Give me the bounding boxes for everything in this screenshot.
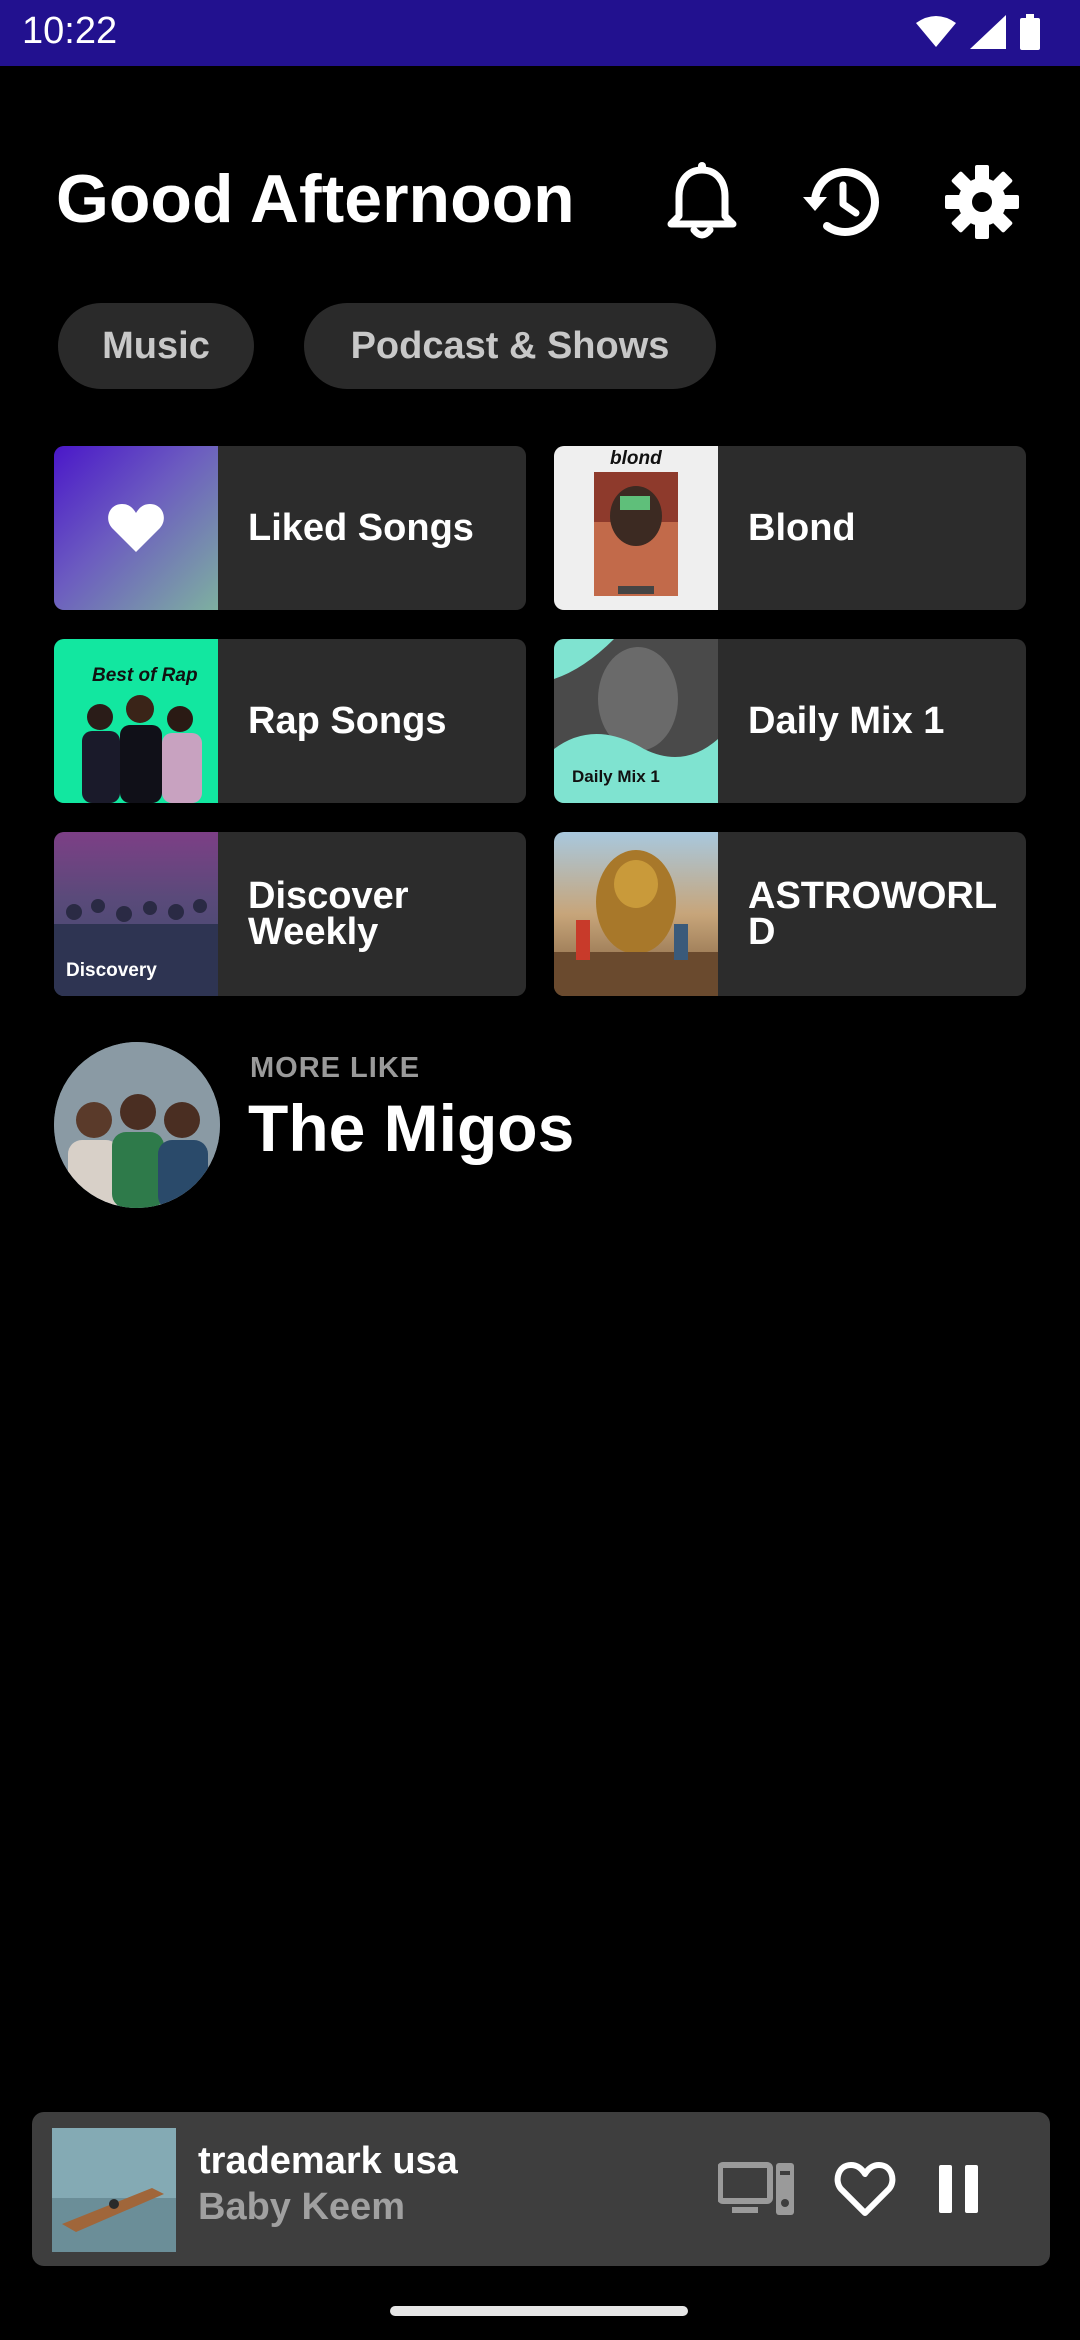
rap-songs-art: Best of Rap	[54, 639, 218, 803]
more-like-title[interactable]: The Migos	[248, 1090, 574, 1166]
shortcut-blond[interactable]: blond Blond	[554, 446, 1026, 610]
shortcut-liked-songs[interactable]: Liked Songs	[54, 446, 526, 610]
history-icon	[803, 168, 879, 236]
now-playing-artist: Baby Keem	[198, 2186, 405, 2228]
now-playing-title: trademark usa	[198, 2140, 458, 2182]
filter-chip-music[interactable]: Music	[58, 303, 254, 389]
greeting-title: Good Afternoon	[56, 161, 575, 237]
album-cover-photo	[82, 695, 202, 803]
like-button[interactable]	[822, 2146, 908, 2232]
astroworld-art	[554, 832, 718, 996]
bell-icon	[667, 162, 737, 239]
notifications-button[interactable]	[660, 160, 744, 244]
devices-icon	[718, 2162, 794, 2215]
status-time: 10:22	[22, 10, 118, 52]
settings-button[interactable]	[940, 160, 1024, 244]
shortcut-daily-mix-1[interactable]: Daily Mix 1 Daily Mix 1	[554, 639, 1026, 803]
art-caption: Discovery	[66, 960, 157, 981]
home-indicator[interactable]	[390, 2306, 688, 2316]
tile-label: Rap Songs	[248, 700, 447, 742]
now-playing-art	[52, 2128, 176, 2252]
tile-label: Blond	[748, 507, 856, 549]
blond-album-art: blond	[554, 446, 718, 610]
discover-weekly-art: Discovery	[54, 832, 218, 996]
devices-button[interactable]	[714, 2146, 800, 2232]
history-button[interactable]	[800, 160, 884, 244]
filter-chip-podcasts[interactable]: Podcast & Shows	[304, 303, 716, 389]
heart-outline-icon	[834, 2162, 896, 2216]
shortcut-discover-weekly[interactable]: Discovery Discover Weekly	[54, 832, 526, 996]
status-bar: 10:22	[0, 0, 1080, 66]
artist-avatar[interactable]	[54, 1042, 220, 1208]
liked-songs-art	[54, 446, 218, 610]
tile-label: Daily Mix 1	[748, 700, 945, 742]
album-cover-photo	[52, 2128, 176, 2252]
art-caption: Daily Mix 1	[572, 767, 660, 786]
now-playing-bar[interactable]: trademark usa Baby Keem	[32, 2112, 1050, 2266]
album-cover-photo	[554, 850, 718, 996]
battery-icon	[1020, 14, 1040, 50]
shortcut-astroworld[interactable]: ASTROWORLD	[554, 832, 1026, 996]
tile-label: Liked Songs	[248, 507, 474, 549]
pause-icon	[939, 2165, 978, 2213]
heart-icon	[108, 504, 164, 552]
artist-photo	[54, 1042, 220, 1208]
signal-icon	[970, 15, 1006, 49]
more-like-kicker: MORE LIKE	[250, 1052, 421, 1084]
tile-label: Discover Weekly	[248, 875, 409, 953]
daily-mix-art: Daily Mix 1	[554, 639, 718, 803]
status-icons	[916, 14, 1040, 50]
album-cover-photo	[594, 472, 678, 596]
settings-icon	[945, 165, 1019, 239]
pause-button[interactable]	[916, 2146, 1002, 2232]
shortcut-rap-songs[interactable]: Best of Rap Rap Songs	[54, 639, 526, 803]
wifi-icon	[916, 16, 956, 47]
tile-label: ASTROWORLD	[748, 875, 998, 953]
